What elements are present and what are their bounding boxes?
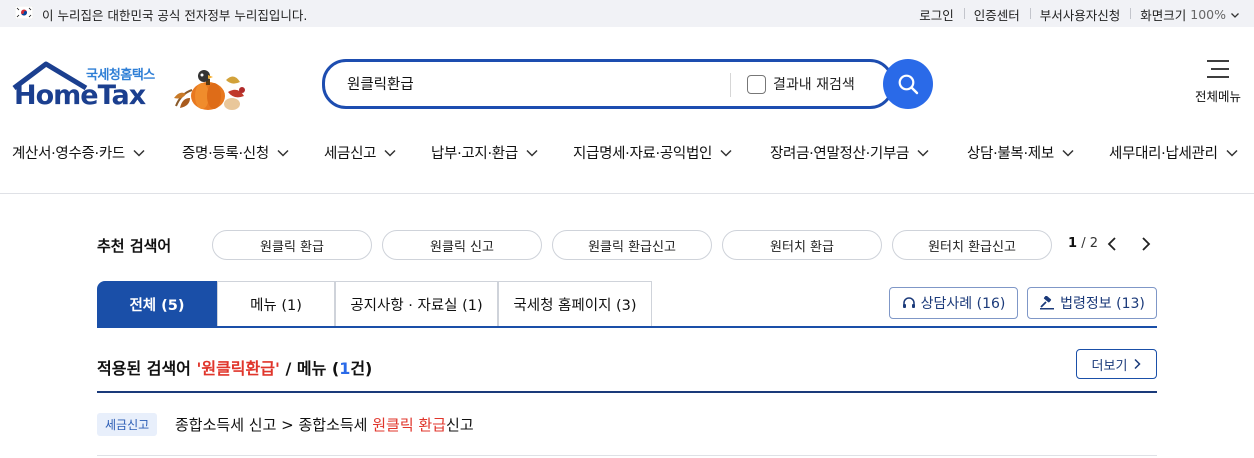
- nav-label: 지급명세·자료·공익법인: [573, 146, 713, 162]
- korea-flag-icon: [15, 6, 33, 19]
- search-divider: [730, 73, 731, 97]
- all-menu-button[interactable]: 전체메뉴: [1188, 58, 1248, 110]
- recommend-pager: 1 / 2: [1068, 236, 1098, 251]
- nav-tax-agent[interactable]: 세무대리·납세관리: [1109, 142, 1238, 163]
- screen-size-label[interactable]: 화면크기: [1130, 5, 1196, 24]
- nav-label: 상담·불복·제보: [967, 146, 1054, 162]
- chevron-down-icon: [720, 149, 732, 157]
- result-path-suffix: 신고: [446, 416, 474, 434]
- search-button[interactable]: [883, 59, 933, 109]
- chevron-down-icon: [917, 149, 929, 157]
- recommend-label: 추천 검색어: [97, 237, 172, 255]
- nav-label: 납부·고지·환급: [431, 146, 518, 162]
- law-info-button[interactable]: 법령정보 (13): [1027, 287, 1157, 319]
- tab-menu[interactable]: 메뉴 (1): [217, 281, 335, 327]
- nav-divider: [0, 193, 1254, 194]
- applied-keyword: '원클릭환급': [196, 359, 280, 378]
- recheck-label: 결과내 재검색: [773, 77, 855, 93]
- consult-cases-button[interactable]: 상담사례 (16): [889, 287, 1018, 319]
- category-badge: 세금신고: [97, 413, 158, 436]
- result-item-link[interactable]: 종합소득세 신고 > 종합소득세 원클릭 환급신고: [175, 414, 474, 435]
- nav-consult-appeal[interactable]: 상담·불복·제보: [967, 142, 1074, 163]
- nav-label: 계산서·영수증·카드: [12, 146, 125, 162]
- chevron-down-icon: [384, 149, 396, 157]
- result-path-prefix: 종합소득세 신고 > 종합소득세: [175, 416, 373, 434]
- nav-payment-statement[interactable]: 지급명세·자료·공익법인: [573, 142, 732, 163]
- recheck-checkbox[interactable]: [747, 74, 766, 94]
- pager-current: 1: [1068, 236, 1078, 251]
- gavel-icon: [1040, 296, 1055, 310]
- search-icon: [898, 74, 919, 95]
- nav-tax-filing[interactable]: 세금신고: [324, 142, 396, 163]
- chevron-down-icon[interactable]: [1230, 10, 1240, 20]
- recommend-chip[interactable]: 원클릭 환급신고: [552, 230, 712, 260]
- result-suffix: 건): [350, 359, 373, 378]
- nav-label: 세무대리·납세관리: [1109, 146, 1218, 162]
- item-divider: [97, 455, 1157, 456]
- more-label: 더보기: [1091, 358, 1128, 374]
- gov-banner: 이 누리집은 대한민국 공식 전자정부 누리집입니다. 로그인 인증센터 부서사…: [0, 0, 1254, 27]
- utility-links: 로그인 인증센터 부서사용자신청 화면크기 100%: [909, 5, 1254, 24]
- recommend-chip[interactable]: 원터치 환급신고: [892, 230, 1052, 260]
- recheck-option[interactable]: 결과내 재검색: [747, 74, 855, 94]
- logo-text: HomeTax: [14, 80, 146, 111]
- recommend-chip[interactable]: 원클릭 신고: [382, 230, 542, 260]
- chevron-right-icon: [1134, 358, 1141, 370]
- chevron-left-icon[interactable]: [1106, 236, 1118, 252]
- result-prefix: 적용된 검색어: [97, 359, 197, 378]
- chevron-down-icon: [526, 149, 538, 157]
- law-info-label: 법령정보 (13): [1060, 296, 1145, 312]
- result-divider: [97, 391, 1157, 393]
- nav-incentive-yearend[interactable]: 장려금·연말정산·기부금: [770, 142, 929, 163]
- tab-nts-homepage[interactable]: 국세청 홈페이지 (3): [498, 281, 652, 327]
- cert-center-link[interactable]: 인증센터: [963, 5, 1030, 24]
- nav-certificate-registration[interactable]: 증명·등록·신청: [182, 142, 289, 163]
- result-path-keyword: 원클릭 환급: [372, 416, 447, 434]
- result-middle: / 메뉴 (: [279, 359, 340, 378]
- search-box: 결과내 재검색: [322, 59, 894, 109]
- nav-payment-refund[interactable]: 납부·고지·환급: [431, 142, 538, 163]
- tab-underline: [97, 326, 1157, 328]
- pumpkin-decoration-icon: [174, 70, 245, 110]
- tab-all[interactable]: 전체 (5): [97, 281, 217, 327]
- dept-user-apply-link[interactable]: 부서사용자신청: [1029, 5, 1131, 24]
- chevron-down-icon: [1226, 149, 1238, 157]
- nav-label: 장려금·연말정산·기부금: [770, 146, 910, 162]
- main-nav: 계산서·영수증·카드 증명·등록·신청 세금신고 납부·고지·환급 지급명세·자…: [0, 140, 1254, 166]
- gov-notice: 이 누리집은 대한민국 공식 전자정부 누리집입니다.: [42, 8, 308, 23]
- headset-icon: [902, 297, 915, 308]
- recommend-chip[interactable]: 원클릭 환급: [212, 230, 372, 260]
- search-input[interactable]: [347, 75, 707, 91]
- hamburger-icon: [1207, 60, 1229, 78]
- more-button[interactable]: 더보기: [1076, 349, 1157, 379]
- pager-total: / 2: [1081, 236, 1098, 251]
- login-link[interactable]: 로그인: [909, 5, 964, 24]
- consult-cases-label: 상담사례 (16): [920, 296, 1006, 312]
- result-heading: 적용된 검색어 '원클릭환급' / 메뉴 (1건): [97, 355, 372, 379]
- nav-label: 증명·등록·신청: [182, 146, 269, 162]
- nav-label: 세금신고: [324, 146, 377, 162]
- chevron-down-icon: [1062, 149, 1074, 157]
- nav-invoice-receipt-card[interactable]: 계산서·영수증·카드: [12, 142, 145, 163]
- result-count: 1: [339, 359, 351, 378]
- tab-notice-archive[interactable]: 공지사항 · 자료실 (1): [335, 281, 498, 327]
- recommend-chip[interactable]: 원터치 환급: [722, 230, 882, 260]
- chevron-down-icon: [133, 149, 145, 157]
- chevron-down-icon: [277, 149, 289, 157]
- all-menu-label: 전체메뉴: [1194, 89, 1241, 104]
- chevron-right-icon[interactable]: [1140, 236, 1152, 252]
